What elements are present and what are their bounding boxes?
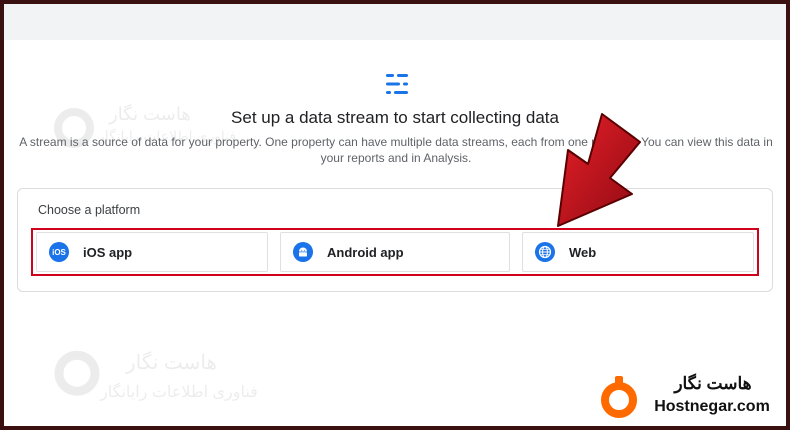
- platform-android-button[interactable]: Android app: [280, 232, 510, 272]
- top-bar: [4, 4, 786, 40]
- data-stream-icon: [386, 74, 408, 94]
- globe-icon: [535, 242, 555, 262]
- page-description: A stream is a source of data for your pr…: [19, 135, 773, 165]
- choose-platform-label: Choose a platform: [38, 203, 141, 217]
- platform-web-button[interactable]: Web: [522, 232, 754, 272]
- watermark-tagline: فناوری اطلاعات رایانگار: [100, 384, 258, 401]
- watermark-logo: [50, 344, 104, 403]
- platform-ios-label: iOS app: [83, 244, 133, 260]
- page-frame: هاست نگار فناوری اطلاعات رایانگار هاست ن…: [4, 4, 786, 426]
- platform-ios-button[interactable]: iOS iOS app: [36, 232, 268, 272]
- brand-name-fa: هاست نگار: [674, 374, 752, 393]
- hostnegar-logo-icon: [601, 376, 637, 418]
- red-arrow-icon: [557, 113, 641, 227]
- platform-android-label: Android app: [327, 244, 404, 260]
- page-title: Set up a data stream to start collecting…: [231, 108, 559, 127]
- watermark-name: هاست نگار: [126, 352, 217, 374]
- platform-web-label: Web: [569, 244, 597, 260]
- hostnegar-brand: هاست نگار Hostnegar.com: [590, 368, 786, 426]
- ios-icon: iOS: [49, 242, 69, 262]
- brand-name-en: Hostnegar.com: [654, 398, 770, 415]
- android-icon: [293, 242, 313, 262]
